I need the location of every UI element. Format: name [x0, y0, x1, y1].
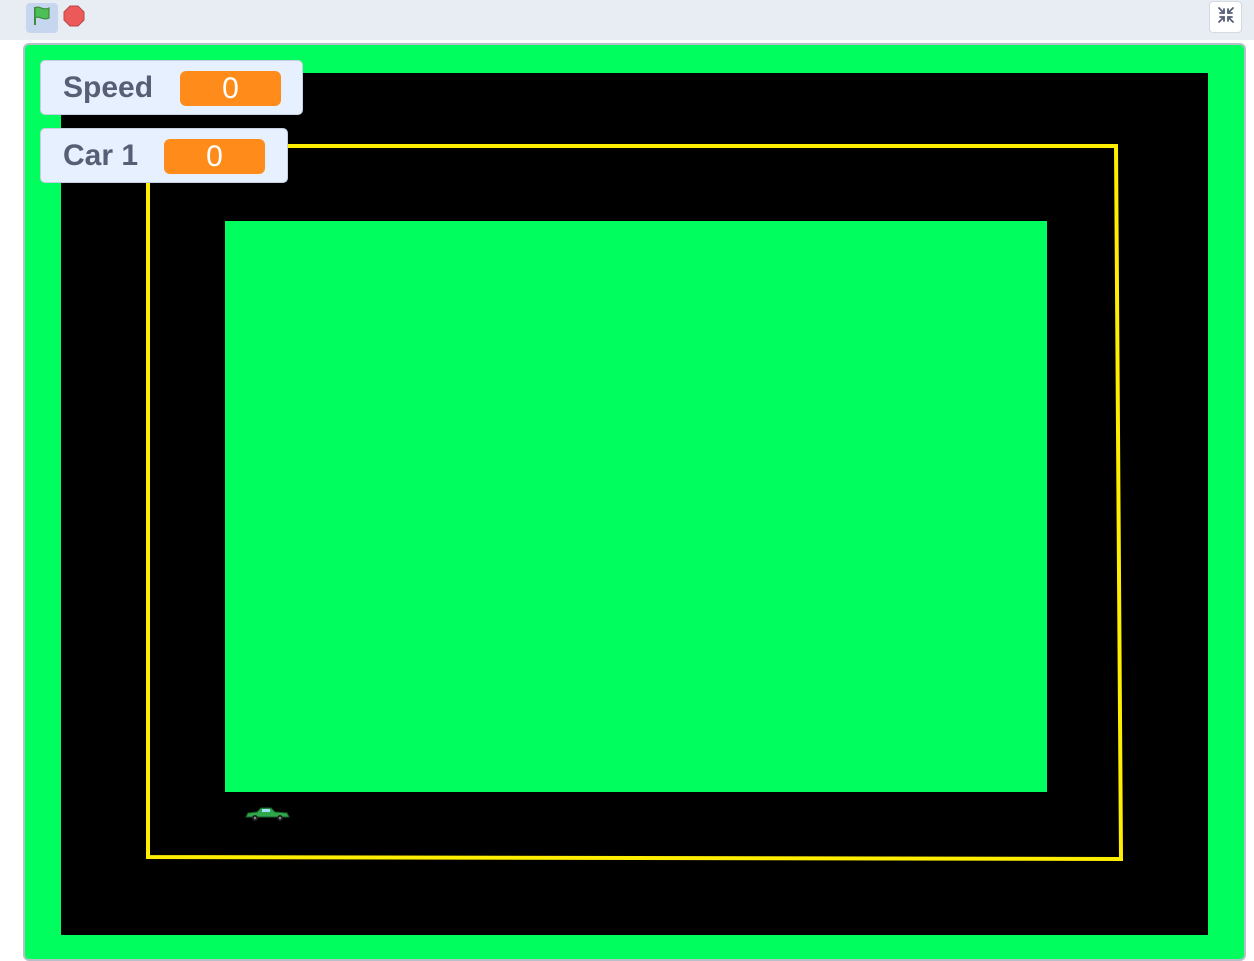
stop-sign-icon [63, 5, 85, 32]
monitor-value: 0 [180, 71, 281, 106]
stage-canvas[interactable]: Speed 0 Car 1 0 [23, 43, 1246, 961]
variable-monitor-car-1[interactable]: Car 1 0 [40, 128, 288, 183]
car-sprite[interactable] [243, 805, 291, 823]
exit-fullscreen-button[interactable] [1209, 1, 1242, 33]
monitor-label: Speed [63, 70, 154, 104]
monitor-value: 0 [164, 139, 265, 174]
green-flag-icon [31, 5, 53, 32]
exit-fullscreen-icon [1217, 6, 1235, 29]
green-flag-button[interactable] [26, 3, 58, 33]
variable-monitor-speed[interactable]: Speed 0 [40, 60, 303, 115]
stop-button[interactable] [62, 5, 86, 32]
stage-header [0, 0, 1254, 40]
monitor-label: Car 1 [63, 138, 139, 172]
